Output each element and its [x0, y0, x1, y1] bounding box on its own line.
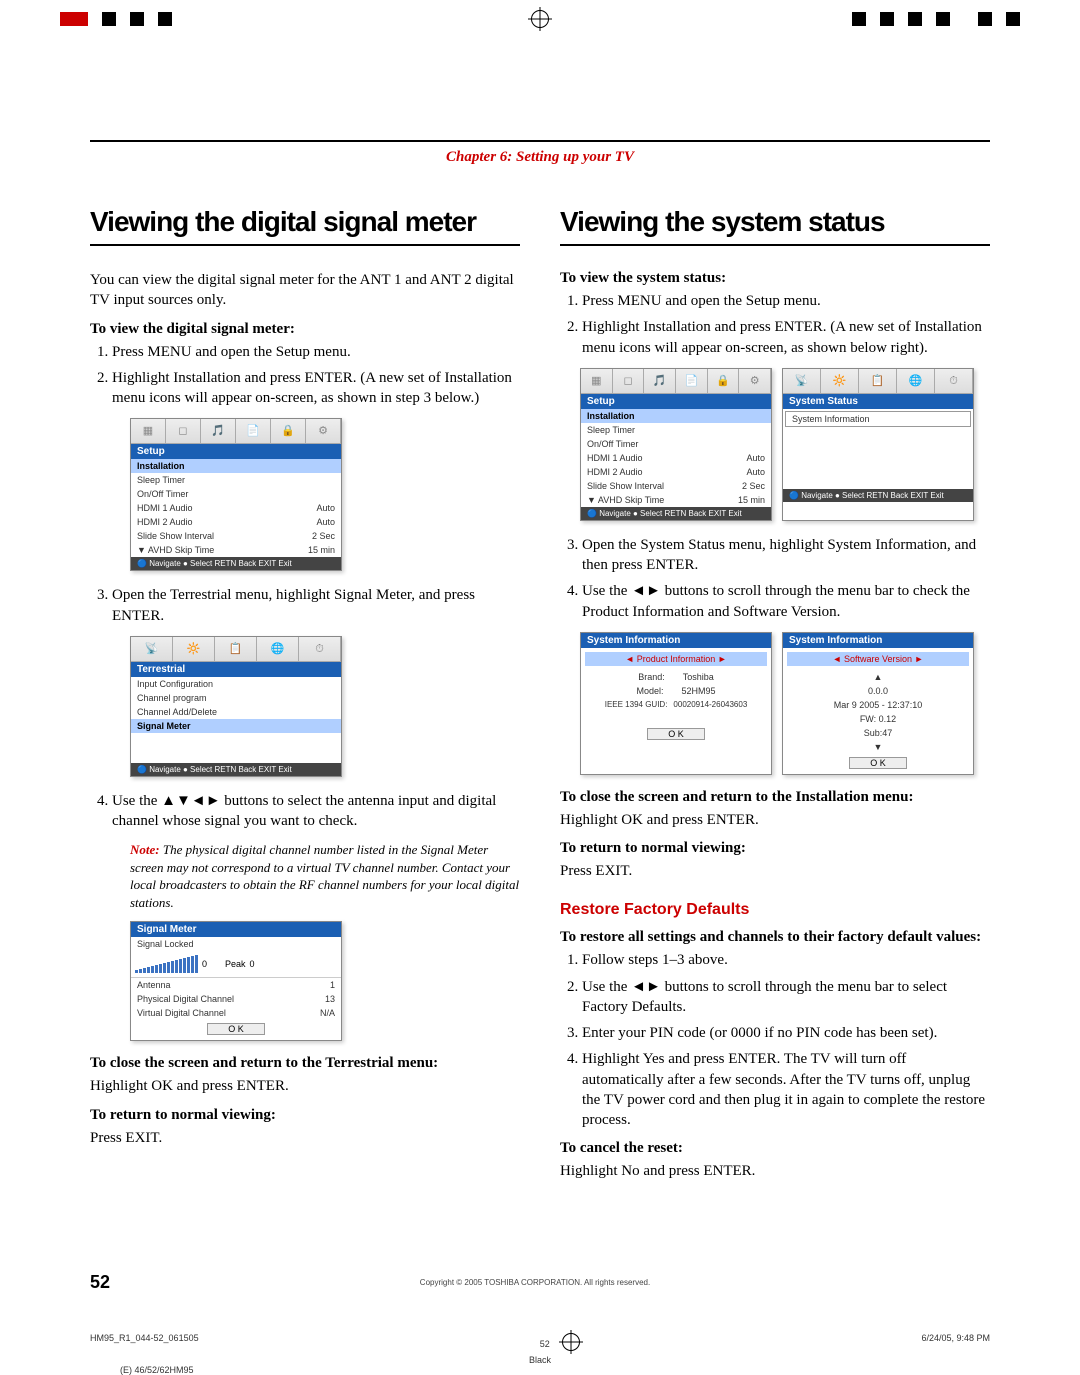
osd-terrestrial-menu: 📡🔆📋🌐⏱ Terrestrial Input Configuration Ch… — [130, 636, 342, 777]
print-registration-top — [0, 0, 1080, 40]
osd-software-version: System Information ◄ Software Version ► … — [782, 632, 974, 775]
step: Use the ◄► buttons to scroll through the… — [582, 581, 990, 622]
crop-model-label: (E) 46/52/62HM95 — [60, 1365, 1020, 1375]
registration-mark-icon — [531, 10, 549, 28]
osd-setup-menu: ▦◻🎵📄🔒⚙ Setup Installation Sleep Timer On… — [130, 418, 342, 571]
step: Use the ▲▼◄► buttons to select the anten… — [112, 791, 520, 832]
step: Highlight Yes and press ENTER. The TV wi… — [582, 1049, 990, 1130]
step: Follow steps 1–3 above. — [582, 950, 990, 970]
step: Use the ◄► buttons to scroll through the… — [582, 977, 990, 1018]
heading-restore-defaults: Restore Factory Defaults — [560, 901, 990, 919]
osd-system-status: 📡🔆📋🌐⏱ System Status System Information 🔵… — [782, 368, 974, 521]
copyright-text: Copyright © 2005 TOSHIBA CORPORATION. Al… — [110, 1278, 960, 1287]
subhead-close: To close the screen and return to the Te… — [90, 1055, 520, 1072]
subhead-view-status: To view the system status: — [560, 270, 990, 287]
osd-nav-bar: 🔵 Navigate ● Select RETN Back EXIT Exit — [131, 557, 341, 570]
step: Highlight Installation and press ENTER. … — [582, 317, 990, 358]
step: Open the Terrestrial menu, highlight Sig… — [112, 585, 520, 626]
subhead-return: To return to normal viewing: — [90, 1107, 520, 1124]
chapter-header: Chapter 6: Setting up your TV — [90, 140, 990, 166]
note-text: Note: The physical digital channel numbe… — [130, 841, 520, 911]
step: Highlight Installation and press ENTER. … — [112, 368, 520, 409]
step: Open the System Status menu, highlight S… — [582, 535, 990, 576]
osd-signal-meter: Signal Meter Signal Locked 0 Peak 0 — [130, 921, 342, 1041]
step: Enter your PIN code (or 0000 if no PIN c… — [582, 1023, 990, 1043]
step: Press MENU and open the Setup menu. — [112, 342, 520, 362]
subhead-close: To close the screen and return to the In… — [560, 789, 990, 806]
text: Press EXIT. — [90, 1128, 520, 1148]
heading-system-status: Viewing the system status — [560, 206, 990, 238]
page-number: 52 — [90, 1272, 110, 1293]
signal-bars-icon — [135, 955, 198, 973]
subhead-return: To return to normal viewing: — [560, 840, 990, 857]
text: Highlight OK and press ENTER. — [90, 1076, 520, 1096]
osd-setup-menu: ▦◻🎵📄🔒⚙ Setup Installation Sleep Timer On… — [580, 368, 772, 521]
ok-button[interactable]: O K — [849, 757, 907, 769]
subhead-cancel: To cancel the reset: — [560, 1140, 990, 1157]
step: Press MENU and open the Setup menu. — [582, 291, 990, 311]
subhead-view-meter: To view the digital signal meter: — [90, 321, 520, 338]
ok-button[interactable]: O K — [207, 1023, 265, 1035]
osd-product-info: System Information ◄ Product Information… — [580, 632, 772, 775]
heading-signal-meter: Viewing the digital signal meter — [90, 206, 520, 238]
intro-text: You can view the digital signal meter fo… — [90, 270, 520, 311]
crop-marks-line: HM95_R1_044-52_061505 52 6/24/05, 9:48 P… — [90, 1333, 990, 1351]
subhead-restore: To restore all settings and channels to … — [560, 929, 990, 946]
chapter-title: Chapter 6: Setting up your TV — [446, 149, 634, 165]
crop-black-label: Black — [0, 1355, 1080, 1365]
ok-button[interactable]: O K — [647, 728, 705, 740]
page-footer: 52 Copyright © 2005 TOSHIBA CORPORATION.… — [90, 1272, 990, 1293]
